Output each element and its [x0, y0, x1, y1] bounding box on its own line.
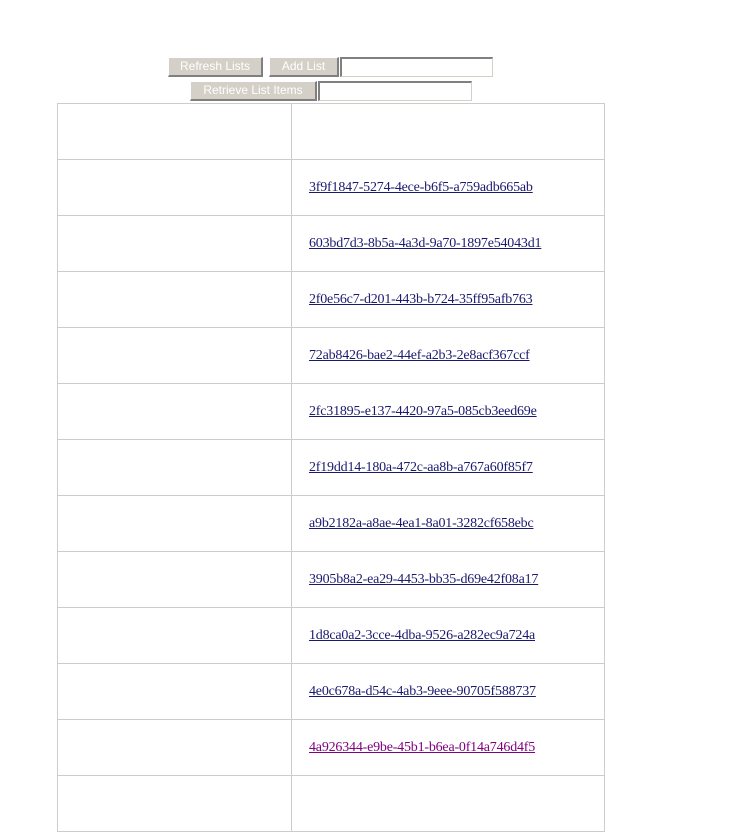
list-id-cell: 3905b8a2-ea29-4453-bb35-d69e42f08a17: [291, 551, 605, 608]
list-name-cell: [57, 495, 292, 552]
list-id-link[interactable]: 2fc31895-e137-4420-97a5-085cb3eed69e: [309, 404, 537, 419]
table-row: 4e0c678a-d54c-4ab3-9eee-90705f588737: [57, 663, 605, 720]
table-row: 4a926344-e9be-45b1-b6ea-0f14a746d4f5: [57, 719, 605, 776]
table-row: a9b2182a-a8ae-4ea1-8a01-3282cf658ebc: [57, 495, 605, 552]
list-id-cell: 603bd7d3-8b5a-4a3d-9a70-1897e54043d1: [291, 215, 605, 272]
list-id-cell: 2fc31895-e137-4420-97a5-085cb3eed69e: [291, 383, 605, 440]
header-cell-name: [57, 103, 292, 160]
list-name-cell: [57, 383, 292, 440]
list-id-cell: 4e0c678a-d54c-4ab3-9eee-90705f588737: [291, 663, 605, 720]
grid-header-row: [57, 103, 605, 160]
table-row: 603bd7d3-8b5a-4a3d-9a70-1897e54043d1: [57, 215, 605, 272]
list-id-link[interactable]: 3905b8a2-ea29-4453-bb35-d69e42f08a17: [309, 572, 538, 587]
list-id-link[interactable]: a9b2182a-a8ae-4ea1-8a01-3282cf658ebc: [309, 516, 534, 531]
list-id-cell: [291, 775, 605, 832]
header-cell-id: [291, 103, 605, 160]
table-row: 72ab8426-bae2-44ef-a2b3-2e8acf367ccf: [57, 327, 605, 384]
list-name-cell: [57, 551, 292, 608]
list-name-cell: [57, 607, 292, 664]
list-name-cell: [57, 663, 292, 720]
table-row: 2fc31895-e137-4420-97a5-085cb3eed69e: [57, 383, 605, 440]
list-id-input[interactable]: [318, 81, 472, 101]
table-row: 2f19dd14-180a-472c-aa8b-a767a60f85f7: [57, 439, 605, 496]
list-name-cell: [57, 439, 292, 496]
list-id-cell: 2f0e56c7-d201-443b-b724-35ff95afb763: [291, 271, 605, 328]
list-name-cell: [57, 775, 292, 832]
list-id-cell: 1d8ca0a2-3cce-4dba-9526-a282ec9a724a: [291, 607, 605, 664]
table-row: 1d8ca0a2-3cce-4dba-9526-a282ec9a724a: [57, 607, 605, 664]
list-id-link[interactable]: 4e0c678a-d54c-4ab3-9eee-90705f588737: [309, 684, 536, 699]
list-id-link[interactable]: 4a926344-e9be-45b1-b6ea-0f14a746d4f5: [309, 740, 535, 755]
add-list-button[interactable]: Add List: [269, 57, 339, 77]
table-row: [57, 775, 605, 832]
list-id-link[interactable]: 603bd7d3-8b5a-4a3d-9a70-1897e54043d1: [309, 236, 542, 251]
list-id-cell: 3f9f1847-5274-4ece-b6f5-a759adb665ab: [291, 159, 605, 216]
list-id-cell: 2f19dd14-180a-472c-aa8b-a767a60f85f7: [291, 439, 605, 496]
list-id-link[interactable]: 3f9f1847-5274-4ece-b6f5-a759adb665ab: [309, 180, 533, 195]
lists-grid: 3f9f1847-5274-4ece-b6f5-a759adb665ab 603b…: [57, 103, 605, 832]
list-id-cell: a9b2182a-a8ae-4ea1-8a01-3282cf658ebc: [291, 495, 605, 552]
list-name-cell: [57, 159, 292, 216]
add-list-input[interactable]: [340, 57, 493, 77]
list-name-cell: [57, 719, 292, 776]
retrieve-list-items-button[interactable]: Retrieve List Items: [190, 81, 317, 101]
list-id-link[interactable]: 2f0e56c7-d201-443b-b724-35ff95afb763: [309, 292, 533, 307]
table-row: 3905b8a2-ea29-4453-bb35-d69e42f08a17: [57, 551, 605, 608]
refresh-lists-button[interactable]: Refresh Lists: [168, 57, 263, 77]
table-row: 2f0e56c7-d201-443b-b724-35ff95afb763: [57, 271, 605, 328]
list-id-cell: 4a926344-e9be-45b1-b6ea-0f14a746d4f5: [291, 719, 605, 776]
table-row: 3f9f1847-5274-4ece-b6f5-a759adb665ab: [57, 159, 605, 216]
list-name-cell: [57, 327, 292, 384]
list-name-cell: [57, 271, 292, 328]
list-id-link[interactable]: 1d8ca0a2-3cce-4dba-9526-a282ec9a724a: [309, 628, 535, 643]
list-id-cell: 72ab8426-bae2-44ef-a2b3-2e8acf367ccf: [291, 327, 605, 384]
list-id-link[interactable]: 2f19dd14-180a-472c-aa8b-a767a60f85f7: [309, 460, 533, 475]
list-id-link[interactable]: 72ab8426-bae2-44ef-a2b3-2e8acf367ccf: [309, 348, 530, 363]
list-name-cell: [57, 215, 292, 272]
